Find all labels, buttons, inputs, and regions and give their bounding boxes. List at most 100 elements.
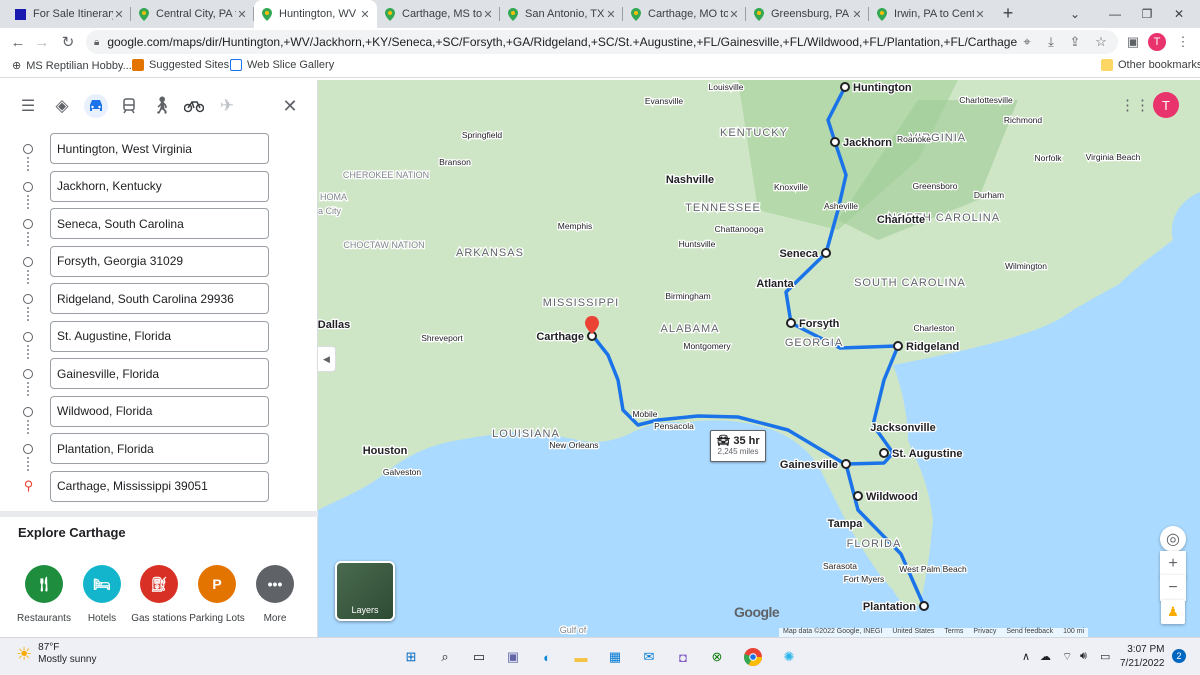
file-explorer-icon[interactable]: ▬ <box>570 646 592 668</box>
close-tab-icon[interactable]: ✕ <box>728 8 740 21</box>
battery-icon[interactable]: ▭ <box>1100 650 1110 663</box>
close-tab-icon[interactable]: ✕ <box>605 8 617 21</box>
tab-central-city[interactable]: Central City, PA to ✕ <box>131 0 254 28</box>
close-tab-icon[interactable]: ✕ <box>851 8 863 21</box>
stop-input[interactable]: St. Augustine, Florida <box>50 320 269 352</box>
bookmark-web-slice[interactable]: Web Slice Gallery <box>230 59 334 71</box>
reload-icon[interactable]: ↻ <box>56 30 80 54</box>
menu-kebab-icon[interactable]: ⋮ <box>1172 31 1194 53</box>
map-stop-marker[interactable] <box>821 248 831 258</box>
category-more[interactable]: ••• More <box>239 565 311 624</box>
weather-widget[interactable]: ☀︎ 87°F Mostly sunny <box>16 642 97 666</box>
minimize-icon[interactable]: — <box>1100 0 1130 28</box>
back-icon[interactable]: ← <box>6 30 30 54</box>
map-stop-marker[interactable] <box>841 459 851 469</box>
tab-carthage-ms[interactable]: Carthage, MS to ✕ <box>377 0 500 28</box>
bookmark-ms-reptilian[interactable]: ⊕ MS Reptilian Hobby... <box>12 59 132 73</box>
map-stop-marker[interactable] <box>879 448 889 458</box>
stop-input[interactable]: Gainesville, Florida <box>50 358 269 389</box>
layers-button[interactable]: Layers <box>335 561 395 621</box>
task-view-icon[interactable]: ▭ <box>468 646 490 668</box>
tab-carthage-mo[interactable]: Carthage, MO to ✕ <box>623 0 746 28</box>
map-stop-marker[interactable] <box>840 82 850 92</box>
edge-icon[interactable]: ◐ <box>536 646 558 668</box>
map-stop-marker[interactable] <box>893 341 903 351</box>
map-stop-marker[interactable] <box>919 601 929 611</box>
tab-irwin[interactable]: Irwin, PA to Centr ✕ <box>869 0 992 28</box>
map-canvas[interactable]: Huntington Jackhorn Seneca Forsyth Ridgeland… <box>318 80 1200 637</box>
street-view-pegman-icon[interactable]: ♟ <box>1161 600 1185 624</box>
volume-icon[interactable]: 🔊︎ <box>1080 650 1087 663</box>
transit-icon[interactable] <box>117 94 141 118</box>
map-stop-marker[interactable] <box>853 491 863 501</box>
network-app-icon[interactable]: ✺ <box>778 646 800 668</box>
stop-input[interactable]: Forsyth, Georgia 31029 <box>50 245 269 277</box>
windows-start-icon[interactable]: ⊞ <box>400 646 422 668</box>
profile-avatar[interactable]: T <box>1146 31 1168 53</box>
menu-icon[interactable]: ☰ <box>16 94 40 118</box>
tab-greensburg[interactable]: Greensburg, PA to ✕ <box>746 0 869 28</box>
stop-input[interactable]: Ridgeland, South Carolina 29936 <box>50 283 269 314</box>
chrome-icon[interactable] <box>742 646 764 668</box>
maps-pin-icon <box>260 7 273 21</box>
stop-input[interactable]: Wildwood, Florida <box>50 395 269 427</box>
mail-icon[interactable]: ✉ <box>638 646 660 668</box>
other-bookmarks[interactable]: Other bookmarks <box>1101 59 1200 71</box>
photos-icon[interactable]: ◘ <box>672 646 694 668</box>
stop-input[interactable]: Carthage, Mississippi 39051 <box>50 470 269 502</box>
best-route-icon[interactable]: ◈ <box>50 94 74 118</box>
cloud-icon[interactable]: ☁ <box>1040 650 1051 663</box>
store-icon[interactable]: ▦ <box>604 646 626 668</box>
route-summary-callout[interactable]: 🚘︎ 35 hr 2,245 miles <box>710 430 766 462</box>
bookmark-star-icon[interactable]: ☆ <box>1090 31 1112 53</box>
map-stop-label: Plantation <box>863 601 916 613</box>
tab-san-antonio[interactable]: San Antonio, TX to ✕ <box>500 0 623 28</box>
collapse-panel-button[interactable]: ◀ <box>318 346 336 372</box>
close-directions-icon[interactable]: ✕ <box>278 94 302 118</box>
waypoint-circle-icon <box>23 406 33 417</box>
stop-input[interactable]: Seneca, South Carolina <box>50 208 269 239</box>
region-label: CHEROKEE NATION <box>343 170 429 180</box>
zoom-out-button[interactable]: − <box>1160 575 1186 601</box>
xbox-icon[interactable]: ⊗ <box>706 646 728 668</box>
flight-icon[interactable]: ✈ <box>215 94 239 118</box>
maximize-icon[interactable]: ❐ <box>1132 0 1162 28</box>
notification-badge[interactable]: 2 <box>1172 649 1186 663</box>
forward-icon[interactable]: → <box>30 30 54 54</box>
show-hidden-icons[interactable]: ∧ <box>1022 650 1030 663</box>
close-tab-icon[interactable]: ✕ <box>113 8 125 21</box>
cycling-icon[interactable] <box>182 94 206 118</box>
share-icon[interactable]: ⇪ <box>1064 31 1086 53</box>
tab-for-sale-itinerary[interactable]: For Sale Itinerary ✕ <box>8 0 131 28</box>
location-icon[interactable]: ⌖ <box>1016 31 1038 53</box>
map-stop-marker[interactable] <box>830 137 840 147</box>
driving-icon[interactable] <box>84 94 108 118</box>
stop-input[interactable]: Plantation, Florida <box>50 433 269 464</box>
zoom-in-button[interactable]: + <box>1160 551 1186 577</box>
close-window-icon[interactable]: ✕ <box>1164 0 1194 28</box>
new-tab-icon[interactable]: + <box>998 4 1018 24</box>
close-tab-icon[interactable]: ✕ <box>236 8 248 21</box>
my-location-icon[interactable]: ◎ <box>1160 526 1186 552</box>
walking-icon[interactable]: 🚶︎ <box>150 94 174 118</box>
close-tab-icon[interactable]: ✕ <box>359 8 371 21</box>
layers-label: Layers <box>351 605 379 615</box>
tab-huntington[interactable]: Huntington, WV to ✕ <box>254 0 377 28</box>
clock[interactable]: 3:07 PM 7/21/2022 <box>1120 643 1165 671</box>
address-bar[interactable]: 🔒︎ google.com/maps/dir/Huntington,+WV/Ja… <box>86 30 1118 54</box>
install-icon[interactable]: ⤓ <box>1040 31 1062 53</box>
stop-row: Seneca, South Carolina <box>0 205 318 246</box>
map-stop-marker[interactable] <box>786 318 796 328</box>
stop-input[interactable]: Jackhorn, Kentucky <box>50 170 269 202</box>
wifi-icon[interactable]: ⌔ <box>1062 650 1072 664</box>
search-icon[interactable]: ⌕ <box>434 646 456 668</box>
tab-search-icon[interactable]: ⌄ <box>1060 0 1090 28</box>
side-panel-icon[interactable]: ▣ <box>1122 31 1144 53</box>
close-tab-icon[interactable]: ✕ <box>482 8 494 21</box>
map-profile-avatar[interactable]: T <box>1153 92 1179 118</box>
teams-chat-icon[interactable]: ▣ <box>502 646 524 668</box>
bookmark-suggested-sites[interactable]: Suggested Sites <box>132 59 229 71</box>
stop-input[interactable]: Huntington, West Virginia <box>50 133 269 164</box>
close-tab-icon[interactable]: ✕ <box>974 8 986 21</box>
maps-pin-icon <box>629 7 642 21</box>
